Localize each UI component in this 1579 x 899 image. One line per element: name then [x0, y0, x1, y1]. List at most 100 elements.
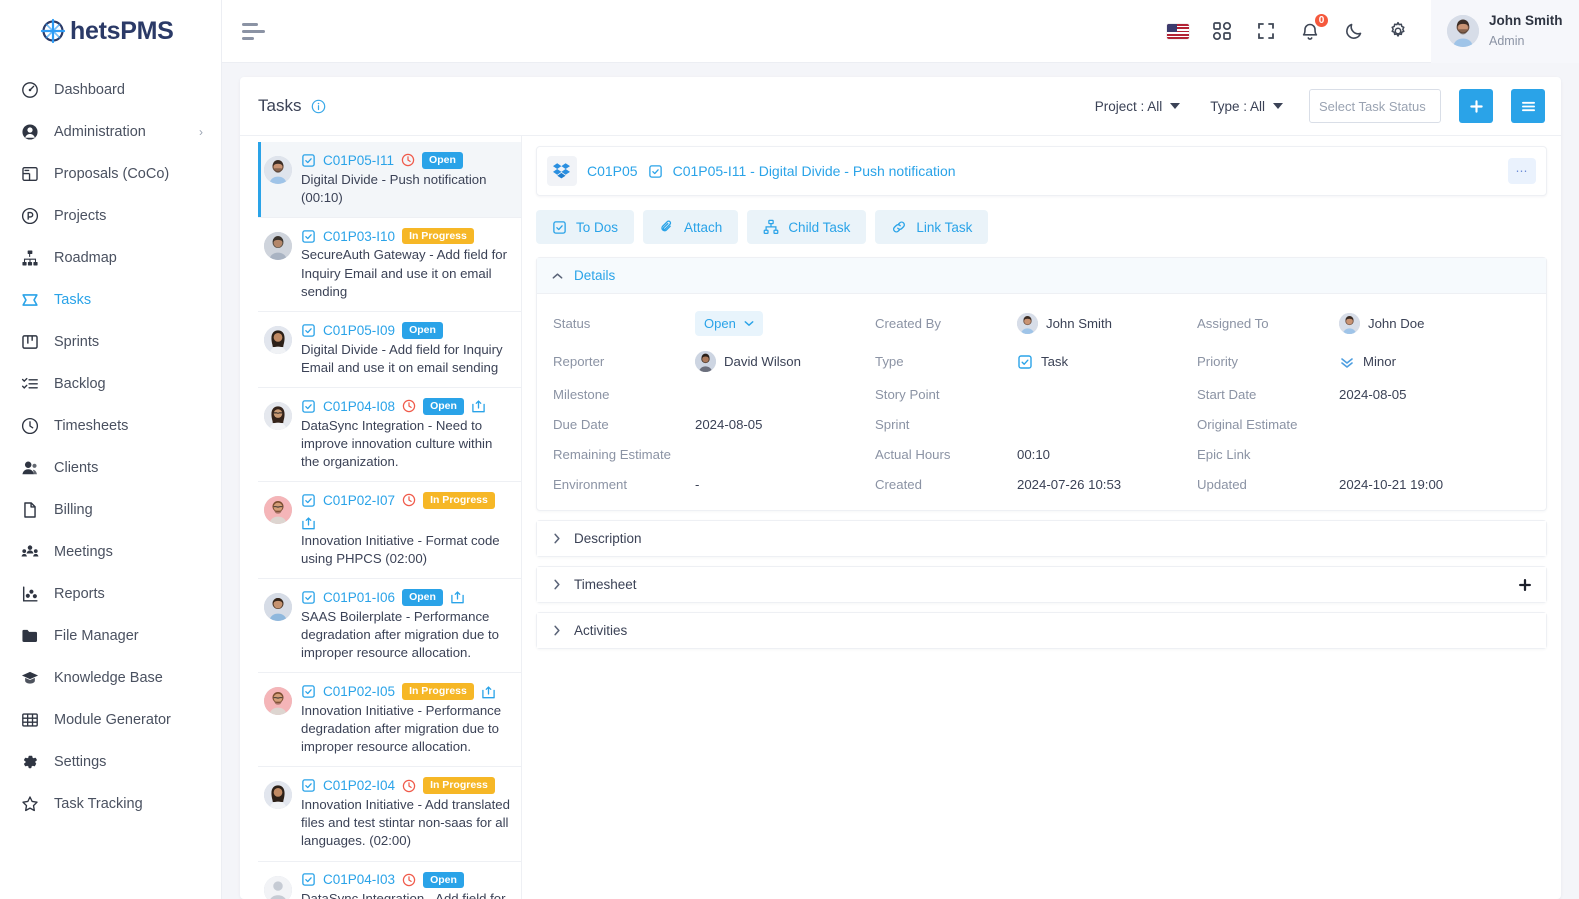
story-point-label: Story Point — [875, 387, 940, 402]
archive-upload-icon[interactable] — [481, 685, 496, 699]
project-filter-dropdown[interactable]: Project : All — [1085, 99, 1191, 114]
detail-more-options-button[interactable]: ⋯ — [1508, 158, 1536, 184]
type-value: Task — [1017, 354, 1197, 370]
sidebar-item-clients[interactable]: Clients — [0, 447, 221, 489]
tab-link-task[interactable]: Link Task — [875, 210, 989, 244]
description-panel: Description — [536, 520, 1547, 557]
info-circle-icon[interactable] — [311, 99, 326, 114]
tasks-body: C01P05-I11 Open Digital Divide - Push noti… — [240, 136, 1561, 899]
epic-link-label: Epic Link — [1197, 447, 1251, 462]
tab-child-task[interactable]: Child Task — [747, 210, 867, 244]
sprints-icon — [20, 332, 40, 352]
task-detail-pane: C01P05 C01P05-I11 - Digital Divide - Pus… — [522, 136, 1561, 899]
notification-bell-icon[interactable]: 0 — [1299, 12, 1330, 42]
link-icon — [891, 219, 907, 235]
status-dropdown: Open — [695, 311, 763, 336]
task-checkbox-icon — [301, 493, 316, 508]
updated-value: 2024-10-21 19:00 — [1339, 477, 1444, 492]
tab-attach[interactable]: Attach — [643, 210, 739, 244]
sidebar-item-module-generator[interactable]: Module Generator — [0, 699, 221, 741]
sidebar-item-reports[interactable]: Reports — [0, 573, 221, 615]
task-key[interactable]: C01P02-I07 — [323, 493, 395, 508]
sidebar-item-dashboard[interactable]: Dashboard — [0, 69, 221, 111]
created-by-label: Created By — [875, 316, 941, 331]
task-key[interactable]: C01P05-I09 — [323, 323, 395, 338]
sidebar-item-label: Dashboard — [54, 82, 125, 98]
task-checkbox-icon — [301, 590, 316, 605]
task-key[interactable]: C01P02-I04 — [323, 778, 395, 793]
task-list-item[interactable]: C01P02-I05 In Progress Innovation Initiati… — [258, 673, 521, 768]
brand-logo-area[interactable]: hetsPMS — [0, 0, 221, 63]
sidebar-item-file-manager[interactable]: File Manager — [0, 615, 221, 657]
details-panel-header[interactable]: Details — [537, 258, 1546, 294]
fullscreen-icon[interactable] — [1255, 20, 1277, 42]
sidebar-item-label: Backlog — [54, 376, 106, 392]
us-flag-icon[interactable] — [1167, 20, 1189, 42]
sidebar-item-settings[interactable]: Settings — [0, 741, 221, 783]
detail-project-code[interactable]: C01P05 — [587, 163, 638, 179]
task-key[interactable]: C01P01-I06 — [323, 590, 395, 605]
task-title: SAAS Boilerplate - Performance degradati… — [301, 608, 499, 661]
timesheet-panel-title: Timesheet — [574, 577, 637, 592]
sidebar-item-task-tracking[interactable]: Task Tracking — [0, 783, 221, 825]
task-list-item[interactable]: C01P02-I04 In Progress Innovation Initiati… — [258, 767, 521, 862]
sidebar-item-knowledge-base[interactable]: Knowledge Base — [0, 657, 221, 699]
task-key[interactable]: C01P04-I03 — [323, 872, 395, 887]
task-list[interactable]: C01P05-I11 Open Digital Divide - Push noti… — [240, 136, 522, 899]
task-list-item[interactable]: C01P05-I11 Open Digital Divide - Push noti… — [258, 142, 521, 218]
task-key[interactable]: C01P05-I11 — [323, 153, 394, 168]
sidebar-item-administration[interactable]: Administration › — [0, 111, 221, 153]
activities-panel-title: Activities — [574, 623, 628, 638]
sidebar-item-timesheets[interactable]: Timesheets — [0, 405, 221, 447]
task-list-item[interactable]: C01P01-I06 Open SAAS Boilerplate - Perform… — [258, 579, 521, 674]
start-date-label: Start Date — [1197, 387, 1257, 402]
folder-icon — [20, 626, 40, 646]
detail-task-title[interactable]: C01P05-I11 - Digital Divide - Push notif… — [673, 163, 956, 179]
task-key[interactable]: C01P02-I05 — [323, 684, 395, 699]
sidebar-item-projects[interactable]: Projects — [0, 195, 221, 237]
archive-upload-icon[interactable] — [301, 516, 316, 530]
dark-mode-moon-icon[interactable] — [1343, 20, 1365, 42]
activities-panel-header[interactable]: Activities — [537, 613, 1546, 648]
tab-label: To Dos — [576, 219, 619, 235]
tab-to-dos[interactable]: To Dos — [536, 210, 635, 244]
task-title: SecureAuth Gateway - Add field for Inqui… — [301, 247, 507, 299]
type-filter-dropdown[interactable]: Type : All — [1200, 99, 1293, 114]
sidebar-item-sprints[interactable]: Sprints — [0, 321, 221, 363]
description-panel-header[interactable]: Description — [537, 521, 1546, 556]
list-menu-button[interactable] — [1511, 89, 1545, 123]
sidebar-item-tasks[interactable]: Tasks — [0, 279, 221, 321]
task-list-item[interactable]: C01P04-I03 Open DataSync Integration - Add… — [258, 862, 521, 899]
add-timesheet-plus-icon[interactable] — [1518, 578, 1532, 592]
created-label: Created — [875, 477, 922, 492]
task-list-item[interactable]: C01P02-I07 In Progress Innovation Initiati… — [258, 482, 521, 580]
sidebar-item-backlog[interactable]: Backlog — [0, 363, 221, 405]
task-checkbox-icon — [301, 778, 316, 793]
sidebar-item-proposals-coco[interactable]: Proposals (CoCo) — [0, 153, 221, 195]
timesheet-panel-header[interactable]: Timesheet — [537, 567, 1546, 602]
task-list-item[interactable]: C01P05-I09 Open Digital Divide - Add field… — [258, 312, 521, 389]
task-status-select[interactable]: Select Task Status — [1309, 89, 1441, 123]
sidebar-item-roadmap[interactable]: Roadmap — [0, 237, 221, 279]
gear-icon[interactable] — [1387, 20, 1409, 42]
apps-grid-icon[interactable] — [1211, 20, 1233, 42]
task-list-item[interactable]: C01P04-I08 Open DataSync Integration - Nee… — [258, 388, 521, 483]
status-value[interactable]: Open — [695, 311, 875, 336]
sidebar-item-label: Roadmap — [54, 250, 117, 266]
activities-panel: Activities — [536, 612, 1547, 649]
avatar — [695, 351, 716, 372]
archive-upload-icon[interactable] — [450, 590, 465, 604]
overdue-clock-icon — [402, 873, 416, 887]
task-key[interactable]: C01P04-I08 — [323, 399, 395, 414]
task-checkbox-icon — [301, 153, 316, 168]
task-checkbox-icon — [648, 164, 663, 179]
archive-upload-icon[interactable] — [471, 399, 486, 413]
task-list-item[interactable]: C01P03-I10 In Progress SecureAuth Gateway … — [258, 218, 521, 313]
sidebar-item-meetings[interactable]: Meetings — [0, 531, 221, 573]
hamburger-collapse-icon[interactable] — [242, 14, 276, 48]
task-key[interactable]: C01P03-I10 — [323, 229, 395, 244]
add-task-button[interactable] — [1459, 89, 1493, 123]
page-header: Tasks Project : All Type : All Select Ta… — [240, 77, 1561, 136]
user-profile-menu[interactable]: John Smith Admin — [1431, 0, 1579, 63]
sidebar-item-billing[interactable]: Billing — [0, 489, 221, 531]
